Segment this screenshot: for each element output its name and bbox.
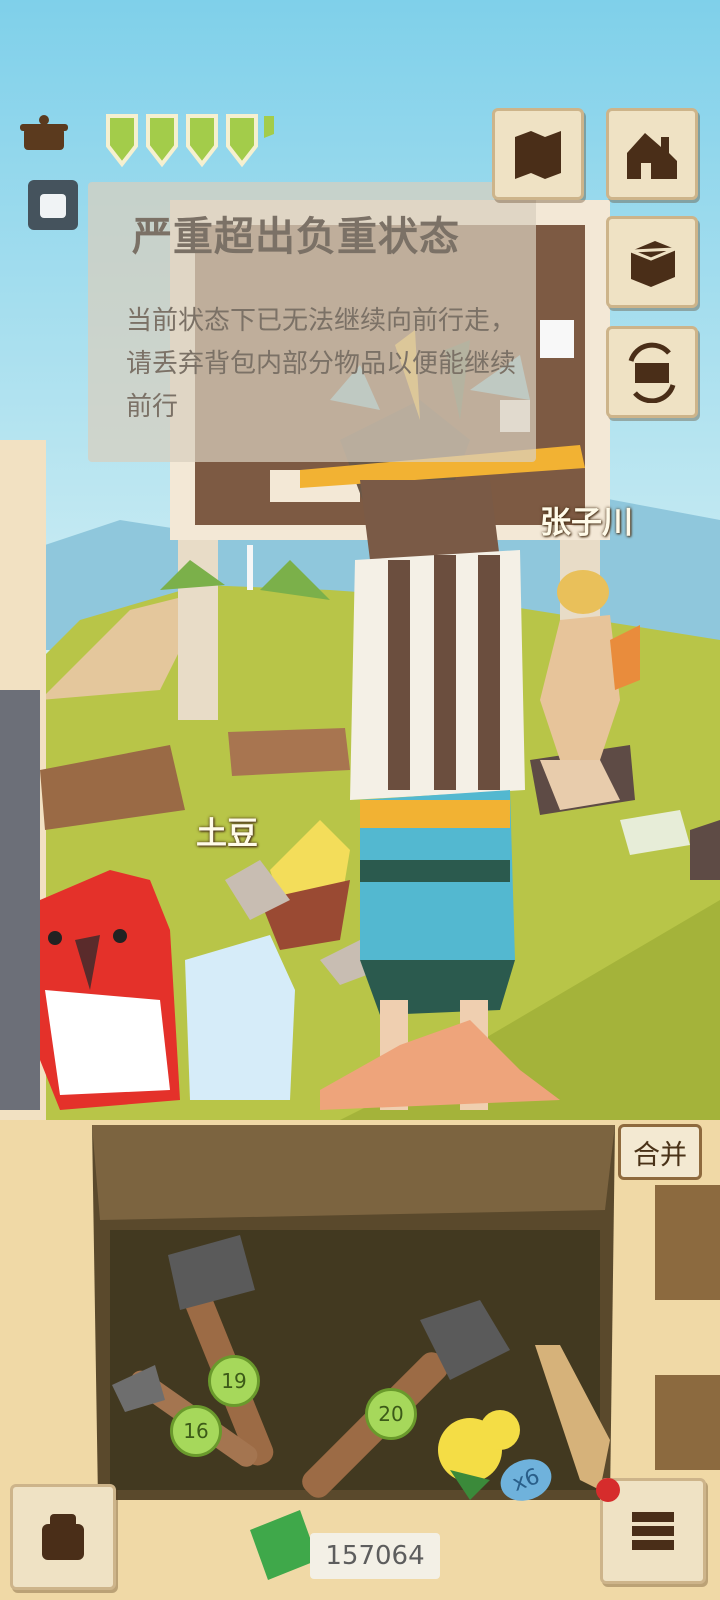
chest-icon <box>630 241 676 287</box>
alert-title: 严重超出负重状态 <box>132 214 460 260</box>
heart-icon <box>186 114 218 168</box>
overweight-status-icon[interactable] <box>28 180 78 230</box>
backpack-button[interactable] <box>10 1484 116 1590</box>
trade-button[interactable] <box>606 326 698 418</box>
home-icon <box>627 133 677 179</box>
map-icon <box>515 131 561 179</box>
currency-amount: 157064 <box>310 1533 440 1579</box>
home-button[interactable] <box>606 108 698 200</box>
npc-name-2: 土豆 <box>196 816 258 852</box>
durability-badge: 16 <box>170 1405 222 1457</box>
alert-body: 当前状态下已无法继续向前行走，请丢弃背包内部分物品以便能继续前行 <box>126 306 517 422</box>
backpack-icon <box>42 1514 84 1560</box>
trade-icon <box>628 342 676 403</box>
chest-button[interactable] <box>606 216 698 308</box>
heart-icon <box>146 114 178 168</box>
durability-badge: 20 <box>365 1388 417 1440</box>
npc-name-1: 张子川 <box>540 505 633 541</box>
notification-dot <box>596 1478 620 1502</box>
merge-button[interactable]: 合并 <box>618 1124 702 1180</box>
heart-icon <box>226 114 258 168</box>
heart-icon <box>106 114 138 168</box>
food-pot-icon <box>18 112 70 158</box>
health-bar <box>88 104 288 174</box>
journal-icon <box>632 1512 674 1550</box>
map-button[interactable] <box>492 108 584 200</box>
overweight-alert: 严重超出负重状态 当前状态下已无法继续向前行走，请丢弃背包内部分物品以便能继续前… <box>88 182 536 462</box>
durability-badge: 19 <box>208 1355 260 1407</box>
